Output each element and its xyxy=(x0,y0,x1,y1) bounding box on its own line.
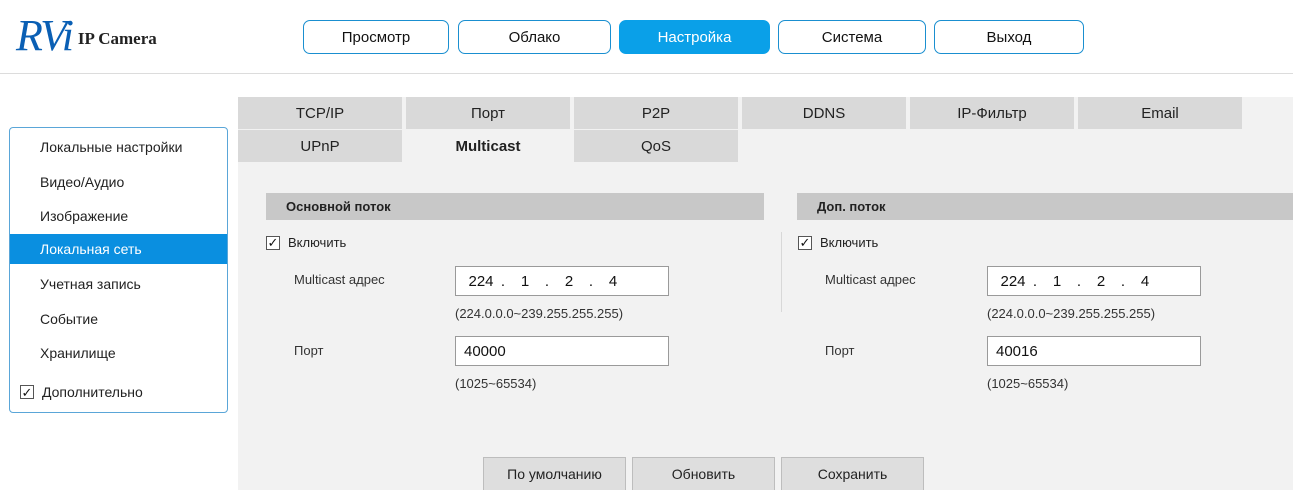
ip-octet[interactable]: 1 xyxy=(510,273,540,290)
tab-qos[interactable]: QoS xyxy=(574,130,738,162)
sub-stream-enable-checkbox[interactable]: ✓ xyxy=(798,235,812,250)
tab-port[interactable]: Порт xyxy=(406,97,570,129)
sidebar: Локальные настройки Видео/Аудио Изображе… xyxy=(9,127,228,413)
sub-stream-address-range: (224.0.0.0~239.255.255.255) xyxy=(987,306,1156,321)
sub-stream-address-label: Multicast адрес xyxy=(825,272,916,287)
tab-tcpip[interactable]: TCP/IP xyxy=(238,97,402,129)
sub-stream-address-input[interactable]: 224. 1. 2. 4 xyxy=(987,266,1201,296)
tab-ip-filter[interactable]: IP-Фильтр xyxy=(910,97,1074,129)
main-stream-address-label: Multicast адрес xyxy=(294,272,385,287)
ip-octet[interactable]: 1 xyxy=(1042,273,1072,290)
sub-stream-enable-label: Включить xyxy=(820,235,879,250)
ip-octet[interactable]: 4 xyxy=(1130,273,1160,290)
section-divider xyxy=(781,232,782,312)
advanced-checkbox[interactable]: ✓ xyxy=(20,385,34,399)
ip-octet[interactable]: 4 xyxy=(598,273,628,290)
header-divider xyxy=(0,73,1293,74)
sidebar-item-storage[interactable]: Хранилище xyxy=(10,338,227,368)
default-button[interactable]: По умолчанию xyxy=(483,457,626,490)
main-stream-enable-checkbox[interactable]: ✓ xyxy=(266,235,280,250)
sidebar-advanced-toggle[interactable]: ✓ Дополнительно xyxy=(20,384,143,400)
logo-mark: RVi xyxy=(16,11,74,60)
sub-stream-enable[interactable]: ✓ Включить xyxy=(798,235,878,250)
tab-ddns[interactable]: DDNS xyxy=(742,97,906,129)
sidebar-item-network[interactable]: Локальная сеть xyxy=(10,234,227,264)
sidebar-item-account[interactable]: Учетная запись xyxy=(10,269,227,299)
nav-view-button[interactable]: Просмотр xyxy=(303,20,449,54)
nav-system-button[interactable]: Система xyxy=(778,20,926,54)
nav-cloud-button[interactable]: Облако xyxy=(458,20,611,54)
tab-email[interactable]: Email xyxy=(1078,97,1242,129)
main-stream-port-input[interactable]: 40000 xyxy=(455,336,669,366)
ip-octet[interactable]: 2 xyxy=(554,273,584,290)
nav-settings-button[interactable]: Настройка xyxy=(619,20,770,54)
refresh-button[interactable]: Обновить xyxy=(632,457,775,490)
main-stream-header: Основной поток xyxy=(266,193,764,220)
sidebar-item-local-settings[interactable]: Локальные настройки xyxy=(10,132,227,162)
main-stream-enable[interactable]: ✓ Включить xyxy=(266,235,346,250)
tab-upnp[interactable]: UPnP xyxy=(238,130,402,162)
main-stream-address-range: (224.0.0.0~239.255.255.255) xyxy=(455,306,624,321)
nav-logout-button[interactable]: Выход xyxy=(934,20,1084,54)
sidebar-item-video-audio[interactable]: Видео/Аудио xyxy=(10,167,227,197)
sub-stream-port-range: (1025~65534) xyxy=(987,376,1069,391)
tab-multicast[interactable]: Multicast xyxy=(406,130,570,162)
main-stream-port-range: (1025~65534) xyxy=(455,376,537,391)
main-stream-address-input[interactable]: 224. 1. 2. 4 xyxy=(455,266,669,296)
ip-octet[interactable]: 224 xyxy=(466,273,496,290)
advanced-label: Дополнительно xyxy=(42,384,143,400)
sidebar-item-event[interactable]: Событие xyxy=(10,304,227,334)
sub-stream-header: Доп. поток xyxy=(797,193,1293,220)
ip-octet[interactable]: 2 xyxy=(1086,273,1116,290)
tab-p2p[interactable]: P2P xyxy=(574,97,738,129)
logo: RVi IP Camera xyxy=(16,14,157,58)
logo-text: IP Camera xyxy=(77,29,157,48)
main-stream-port-label: Порт xyxy=(294,343,324,358)
sub-stream-port-input[interactable]: 40016 xyxy=(987,336,1201,366)
main-stream-enable-label: Включить xyxy=(288,235,347,250)
ip-octet[interactable]: 224 xyxy=(998,273,1028,290)
save-button[interactable]: Сохранить xyxy=(781,457,924,490)
sidebar-item-image[interactable]: Изображение xyxy=(10,201,227,231)
sub-stream-port-label: Порт xyxy=(825,343,855,358)
